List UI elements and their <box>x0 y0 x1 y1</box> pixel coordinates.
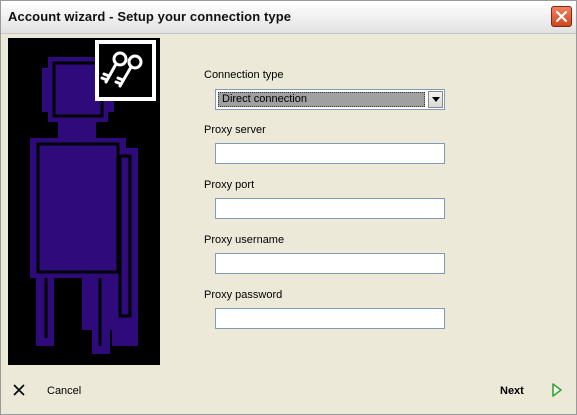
account-wizard-window: Account wizard - Setup your connection t… <box>0 0 577 415</box>
close-icon <box>555 10 568 23</box>
close-button[interactable] <box>551 6 572 27</box>
x-icon <box>13 384 25 396</box>
cancel-button[interactable]: Cancel <box>13 381 93 403</box>
next-button[interactable]: Next <box>500 381 566 403</box>
chevron-down-icon <box>432 97 440 102</box>
proxy-server-label: Proxy server <box>204 124 266 136</box>
proxy-port-input[interactable] <box>215 198 445 219</box>
title-bar[interactable]: Account wizard - Setup your connection t… <box>1 1 576 34</box>
window-title: Account wizard - Setup your connection t… <box>8 9 292 24</box>
proxy-port-label: Proxy port <box>204 179 255 191</box>
cancel-label: Cancel <box>47 385 82 397</box>
proxy-password-label: Proxy password <box>204 289 283 301</box>
wizard-side-image <box>8 38 160 365</box>
proxy-username-input[interactable] <box>215 253 445 274</box>
proxy-username-label: Proxy username <box>204 234 285 246</box>
connection-type-selected-value: Direct connection <box>218 92 425 107</box>
next-label: Next <box>500 385 524 397</box>
proxy-password-input[interactable] <box>215 308 445 329</box>
connection-type-select[interactable]: Direct connection <box>215 89 445 110</box>
connection-type-label: Connection type <box>204 69 284 81</box>
play-arrow-icon <box>552 383 562 397</box>
user-silhouette-image <box>8 38 160 365</box>
dropdown-button[interactable] <box>428 91 443 108</box>
keys-badge <box>95 40 156 101</box>
proxy-server-input[interactable] <box>215 143 445 164</box>
